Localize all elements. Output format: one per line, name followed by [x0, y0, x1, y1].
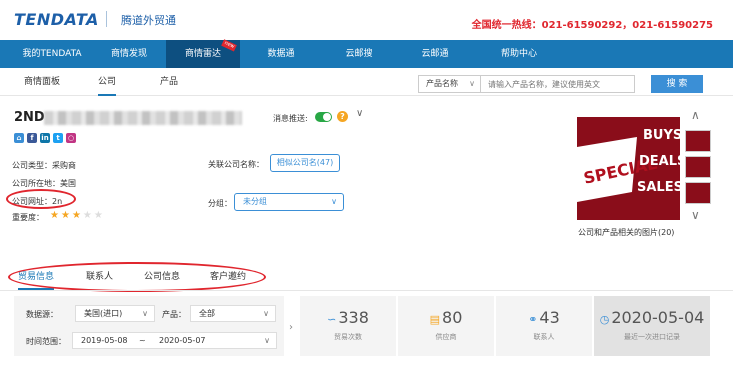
photo-caption: 公司和产品相关的图片(20)	[578, 228, 675, 237]
photo-thumbnail[interactable]	[685, 182, 711, 204]
search-input[interactable]	[480, 75, 635, 93]
importance-label: 重要度：	[12, 213, 44, 222]
twitter-icon[interactable]: t	[53, 133, 63, 143]
search-type-select[interactable]: 产品名称 ∨	[418, 75, 480, 93]
new-badge: new	[220, 39, 237, 52]
stat-label: 联系人	[533, 333, 555, 341]
product-select[interactable]: 全部 ∨	[190, 305, 276, 322]
time-label: 时间范围：	[26, 337, 66, 346]
photo-text-deals: DEALS	[639, 154, 680, 169]
top-header: TENDATA 腾道外贸通 全国统一热线：021-61590292，021-61…	[0, 0, 733, 40]
stat-suppliers[interactable]: ▤ 80 供应商	[398, 296, 494, 356]
clock-icon: ◷	[599, 313, 610, 326]
notify-toggle[interactable]	[315, 112, 332, 122]
chevron-down-icon: ∨	[263, 309, 269, 318]
stat-label: 供应商	[435, 333, 457, 341]
photo-thumbnail[interactable]	[685, 130, 711, 152]
stat-value: 80	[442, 308, 463, 327]
nav-radar-label: 商情雷达	[184, 49, 221, 59]
stat-value: 2020-05-04	[611, 308, 705, 327]
help-icon[interactable]: ?	[337, 111, 348, 122]
db-select[interactable]: 美国(进口) ∨	[75, 305, 155, 322]
special-sale-image: SPECIAL BUYS DEALS SALES	[577, 117, 680, 220]
star-icon[interactable]: ★	[50, 210, 59, 221]
chevron-up-icon[interactable]: ∧	[691, 108, 700, 122]
importance-stars[interactable]: ★ ★ ★ ★ ★	[50, 210, 103, 221]
nav-data[interactable]: 数据通	[248, 40, 314, 68]
logo-divider	[106, 11, 107, 27]
star-icon[interactable]: ★	[83, 210, 92, 221]
group-label: 分组：	[208, 199, 232, 208]
stat-value: 338	[338, 308, 369, 327]
stat-label: 贸易次数	[334, 333, 362, 341]
nav-help[interactable]: 帮助中心	[478, 40, 560, 68]
star-icon[interactable]: ★	[61, 210, 70, 221]
search-button[interactable]: 搜 索	[651, 75, 703, 93]
company-location: 公司所在地：美国	[12, 179, 76, 188]
hotline-text: 全国统一热线：021-61590292，021-61590275	[471, 20, 713, 31]
date-separator: ~	[139, 336, 146, 345]
product-value: 全部	[199, 309, 215, 318]
subnav-dashboard[interactable]: 商情面板	[24, 68, 60, 96]
facebook-icon[interactable]: f	[27, 133, 37, 143]
company-type: 公司类型：采购商	[12, 161, 76, 170]
notify-label: 消息推送:	[273, 114, 308, 123]
chevron-down-icon[interactable]: ∨	[691, 208, 700, 222]
related-companies-button[interactable]: 相似公司名(47)	[270, 154, 340, 172]
photo-text-buys: BUYS	[643, 128, 680, 143]
tabs-divider	[0, 290, 733, 291]
chevron-right-icon[interactable]: ›	[284, 318, 298, 338]
star-icon[interactable]: ★	[72, 210, 81, 221]
date-range-picker[interactable]: 2019-05-08 ~ 2020-05-07 ∨	[72, 332, 277, 349]
photo-thumbnail[interactable]	[685, 156, 711, 178]
company-name: 2ND	[14, 110, 45, 125]
chevron-down-icon: ∨	[142, 309, 148, 318]
redacted-company-name	[44, 111, 242, 125]
search-type-value: 产品名称	[426, 79, 458, 88]
product-label: 产品：	[162, 310, 186, 319]
stat-label: 最近一次进口记录	[624, 333, 680, 341]
nav-mail[interactable]: 云邮通	[402, 40, 468, 68]
social-links: ⌂ f in t ○	[14, 133, 76, 143]
date-to: 2020-05-07	[159, 336, 206, 345]
nav-radar[interactable]: 商情雷达 new	[166, 39, 240, 68]
annotation-circle-tabs	[8, 262, 266, 292]
date-from: 2019-05-08	[81, 336, 128, 345]
home-icon[interactable]: ⌂	[14, 133, 24, 143]
group-value: 未分组	[243, 197, 267, 206]
main-nav: 我的TENDATA 商情发现 商情雷达 new 数据通 云邮搜 云邮通 帮助中心	[0, 39, 733, 68]
nav-mail-search[interactable]: 云邮搜	[326, 40, 392, 68]
nav-my-tendata[interactable]: 我的TENDATA	[8, 40, 96, 68]
chevron-down-icon: ∨	[469, 79, 475, 88]
stat-trade-count[interactable]: ∽ 338 贸易次数	[300, 296, 396, 356]
photo-text-sales: SALES	[637, 180, 680, 195]
stat-contacts[interactable]: ⚭ 43 联系人	[496, 296, 592, 356]
brand-name: 腾道外贸通	[121, 14, 176, 27]
people-icon: ⚭	[528, 313, 538, 326]
group-select[interactable]: 未分组 ∨	[234, 193, 344, 211]
star-icon[interactable]: ★	[94, 210, 103, 221]
annotation-circle-website	[6, 189, 76, 209]
sub-nav: 商情面板 公司 产品 产品名称 ∨ 搜 索	[0, 68, 733, 96]
subnav-company[interactable]: 公司	[98, 68, 117, 96]
subnav-product[interactable]: 产品	[160, 68, 178, 96]
chevron-down-icon: ∨	[264, 336, 270, 345]
db-label: 数据源：	[26, 310, 58, 319]
company-photo[interactable]: SPECIAL BUYS DEALS SALES	[577, 117, 680, 220]
stat-last-import[interactable]: ◷ 2020-05-04 最近一次进口记录	[594, 296, 710, 356]
chevron-down-icon: ∨	[331, 197, 337, 206]
tendata-logo[interactable]: TENDATA	[14, 10, 99, 29]
instagram-icon[interactable]: ○	[66, 133, 76, 143]
stat-value: 43	[539, 308, 560, 327]
linkedin-icon[interactable]: in	[40, 133, 50, 143]
chart-icon: ∽	[327, 313, 337, 326]
chevron-down-icon[interactable]: ∨	[356, 108, 363, 119]
related-label: 关联公司名称：	[208, 160, 264, 169]
db-value: 美国(进口)	[84, 309, 123, 318]
nav-discovery[interactable]: 商情发现	[96, 40, 162, 68]
cart-icon: ▤	[429, 313, 441, 326]
